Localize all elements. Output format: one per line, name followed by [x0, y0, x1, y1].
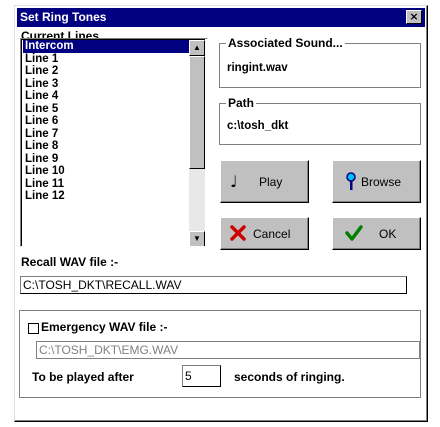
list-item[interactable]: Line 10 [23, 165, 189, 178]
cancel-button[interactable]: Cancel [220, 217, 309, 250]
checkmark-icon [345, 224, 363, 245]
scroll-up-button[interactable]: ▲ [189, 40, 205, 56]
current-lines-listbox[interactable]: Intercom Line 1 Line 2 Line 3 Line 4 Line 5 Li… [20, 38, 208, 247]
path-value: c:\tosh_dkt [227, 120, 289, 132]
path-group: Path c:\tosh_dkt [219, 96, 421, 145]
magnifier-icon [345, 172, 357, 195]
emergency-wav-field[interactable]: C:\TOSH_DKT\EMG.WAV [36, 341, 420, 359]
lines-list: Intercom Line 1 Line 2 Line 3 Line 4 Line 5 Li… [23, 40, 189, 203]
set-ring-tones-dialog: Set Ring Tones × Current Lines... Interc… [14, 5, 428, 422]
emergency-checkbox[interactable] [28, 323, 39, 334]
list-item[interactable]: Line 11 [23, 178, 189, 191]
arrow-down-icon: ▼ [193, 234, 201, 243]
list-item[interactable]: Line 2 [23, 65, 189, 78]
list-item[interactable]: Line 4 [23, 90, 189, 103]
close-button[interactable]: × [406, 10, 422, 24]
scroll-down-button[interactable]: ▼ [189, 231, 205, 246]
emergency-group: Emergency WAV file :- C:\TOSH_DKT\EMG.WA… [19, 310, 421, 398]
list-item[interactable]: Line 3 [23, 78, 189, 91]
ok-button[interactable]: OK [332, 217, 421, 250]
screen-background: Set Ring Tones × Current Lines... Interc… [0, 0, 440, 427]
window-title: Set Ring Tones [20, 10, 107, 24]
x-cross-icon [230, 225, 246, 244]
list-item[interactable]: Line 9 [23, 153, 189, 166]
recall-wav-label: Recall WAV file :- [21, 255, 119, 269]
list-item[interactable]: Line 1 [23, 53, 189, 66]
scroll-thumb[interactable] [189, 56, 205, 169]
music-note-icon: ♩ [230, 172, 238, 191]
browse-button-label: Browse [361, 175, 402, 189]
delay-seconds-field[interactable]: 5 [182, 365, 221, 387]
list-item[interactable]: Line 12 [23, 190, 189, 203]
associated-sound-label: Associated Sound... [226, 36, 345, 50]
recall-wav-field[interactable]: C:\TOSH_DKT\RECALL.WAV [20, 276, 407, 294]
lines-scrollbar[interactable]: ▲ ▼ [189, 40, 205, 246]
browse-button[interactable]: Browse [332, 160, 421, 203]
emergency-wav-label: Emergency WAV file :- [41, 320, 168, 334]
delay-prefix-label: To be played after [32, 370, 134, 384]
list-item[interactable]: Line 7 [23, 128, 189, 141]
associated-sound-value: ringint.wav [227, 62, 288, 74]
play-button-label: Play [259, 175, 283, 189]
title-bar[interactable]: Set Ring Tones × [17, 8, 425, 27]
cancel-button-label: Cancel [253, 227, 291, 241]
arrow-up-icon: ▲ [193, 43, 201, 52]
list-item[interactable]: Line 6 [23, 115, 189, 128]
path-label: Path [226, 96, 257, 110]
ok-button-label: OK [379, 227, 397, 241]
associated-sound-group: Associated Sound... ringint.wav [219, 36, 421, 88]
list-item[interactable]: Line 5 [23, 103, 189, 116]
play-button[interactable]: ♩ Play [220, 160, 309, 203]
close-icon: × [409, 10, 419, 23]
list-item[interactable]: Line 8 [23, 140, 189, 153]
list-item[interactable]: Intercom [23, 40, 189, 53]
delay-suffix-label: seconds of ringing. [234, 370, 345, 384]
